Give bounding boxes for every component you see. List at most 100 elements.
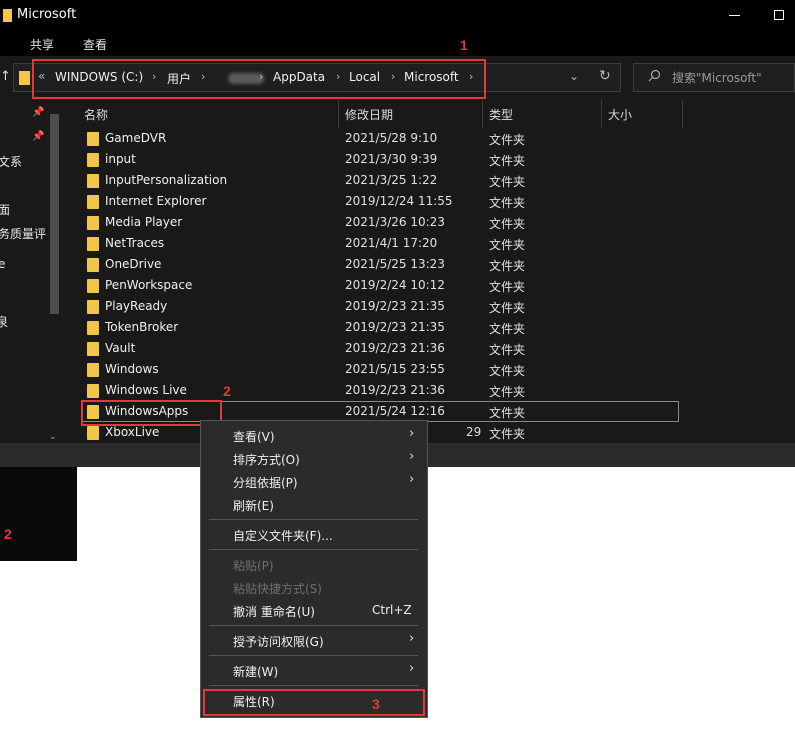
pin-icon[interactable]: 📌 bbox=[32, 107, 44, 118]
file-name: PenWorkspace bbox=[105, 278, 193, 292]
table-row[interactable]: GameDVR 2021/5/28 9:10 文件夹 bbox=[62, 128, 795, 149]
file-type: 文件夹 bbox=[489, 175, 526, 189]
file-name: XboxLive bbox=[105, 425, 160, 439]
column-header-name[interactable]: ^ 名称 bbox=[62, 100, 339, 128]
nav-item[interactable]: 文系 bbox=[0, 153, 22, 170]
tab-view[interactable]: 查看 bbox=[83, 36, 107, 53]
file-type: 文件夹 bbox=[489, 301, 526, 315]
menu-item-view[interactable]: 查看(V) › bbox=[201, 424, 427, 447]
table-row[interactable]: PenWorkspace 2019/2/24 10:12 文件夹 bbox=[62, 275, 795, 296]
tab-share[interactable]: 共享 bbox=[30, 36, 54, 53]
file-date: 2019/2/24 10:12 bbox=[345, 278, 445, 292]
file-type: 文件夹 bbox=[489, 196, 526, 210]
folder-icon bbox=[87, 321, 99, 335]
table-row[interactable]: input 2021/3/30 9:39 文件夹 bbox=[62, 149, 795, 170]
column-label: 类型 bbox=[489, 108, 514, 122]
file-type: 文件夹 bbox=[489, 217, 526, 231]
menu-item-sort[interactable]: 排序方式(O) › bbox=[201, 447, 427, 470]
menu-item-label: 查看(V) bbox=[233, 430, 275, 444]
annotation-number: 2 bbox=[4, 526, 12, 542]
folder-icon bbox=[87, 384, 99, 398]
file-name: GameDVR bbox=[105, 131, 167, 145]
folder-icon bbox=[87, 216, 99, 230]
menu-item-give-access[interactable]: 授予访问权限(G) › bbox=[201, 629, 427, 652]
chevron-down-icon[interactable]: ⌄ bbox=[49, 432, 57, 442]
folder-icon bbox=[19, 71, 30, 85]
table-row[interactable]: InputPersonalization 2021/3/25 1:22 文件夹 bbox=[62, 170, 795, 191]
menu-item-new[interactable]: 新建(W) › bbox=[201, 659, 427, 682]
file-date: 2021/5/28 9:10 bbox=[345, 131, 438, 145]
refresh-icon[interactable]: ↻ bbox=[599, 68, 611, 84]
table-row[interactable]: PlayReady 2019/2/23 21:35 文件夹 bbox=[62, 296, 795, 317]
folder-icon bbox=[87, 153, 99, 167]
file-name: Windows bbox=[105, 362, 159, 376]
menu-separator bbox=[209, 549, 418, 550]
pin-icon[interactable]: 📌 bbox=[32, 131, 44, 142]
file-type: 文件夹 bbox=[489, 364, 526, 378]
annotation-number: 3 bbox=[372, 696, 380, 712]
ribbon-tabs: 共享 查看 bbox=[0, 32, 795, 56]
search-icon bbox=[648, 69, 661, 82]
search-input[interactable] bbox=[672, 68, 792, 87]
file-name: Internet Explorer bbox=[105, 194, 207, 208]
file-type: 文件夹 bbox=[489, 133, 526, 147]
file-name: TokenBroker bbox=[105, 320, 179, 334]
context-menu: 查看(V) › 排序方式(O) › 分组依据(P) › 刷新(E) 自定义文件夹(F)… bbox=[200, 420, 428, 718]
menu-item-customize-folder[interactable]: 自定义文件夹(F)... bbox=[201, 523, 427, 546]
chevron-down-icon[interactable]: ⌄ bbox=[569, 69, 579, 83]
folder-icon bbox=[87, 195, 99, 209]
file-type: 文件夹 bbox=[489, 280, 526, 294]
table-row[interactable]: NetTraces 2021/4/1 17:20 文件夹 bbox=[62, 233, 795, 254]
table-row[interactable]: OneDrive 2021/5/25 13:23 文件夹 bbox=[62, 254, 795, 275]
window-title: Microsoft bbox=[17, 7, 77, 22]
folder-icon bbox=[87, 363, 99, 377]
table-row[interactable]: Internet Explorer 2019/12/24 11:55 文件夹 bbox=[62, 191, 795, 212]
folder-icon bbox=[87, 300, 99, 314]
file-type: 文件夹 bbox=[489, 385, 526, 399]
table-row[interactable]: Media Player 2021/3/26 10:23 文件夹 bbox=[62, 212, 795, 233]
folder-icon bbox=[87, 174, 99, 188]
nav-item[interactable]: 务质量评 bbox=[0, 225, 46, 242]
navigation-pane: 📌 📌 文系 面 务质量评 e 泉 ⌄ bbox=[0, 100, 62, 443]
menu-separator bbox=[209, 625, 418, 626]
file-name: PlayReady bbox=[105, 299, 168, 313]
menu-item-refresh[interactable]: 刷新(E) bbox=[201, 493, 427, 516]
menu-item-label: 新建(W) bbox=[233, 665, 279, 679]
menu-item-group[interactable]: 分组依据(P) › bbox=[201, 470, 427, 493]
menu-item-label: 撤消 重命名(U) bbox=[233, 605, 315, 619]
table-row[interactable]: Windows 2021/5/15 23:55 文件夹 bbox=[62, 359, 795, 380]
menu-item-undo-rename[interactable]: 撤消 重命名(U) Ctrl+Z bbox=[201, 599, 427, 622]
nav-scrollbar[interactable]: ⌄ bbox=[47, 114, 61, 444]
up-arrow-icon[interactable]: ↑ bbox=[0, 69, 11, 84]
column-label: 名称 bbox=[84, 108, 109, 122]
menu-item-label: 刷新(E) bbox=[233, 499, 274, 513]
chevron-right-icon: › bbox=[409, 426, 415, 441]
title-bar: Microsoft bbox=[0, 0, 795, 32]
nav-item[interactable]: 面 bbox=[0, 201, 10, 218]
column-header-date[interactable]: 修改日期 bbox=[339, 100, 483, 128]
menu-item-label: 自定义文件夹(F)... bbox=[233, 529, 333, 543]
file-date: 2021/3/30 9:39 bbox=[345, 152, 438, 166]
maximize-icon[interactable] bbox=[774, 10, 784, 20]
column-header-type[interactable]: 类型 bbox=[483, 100, 602, 128]
menu-separator bbox=[209, 655, 418, 656]
nav-item[interactable]: 泉 bbox=[0, 313, 8, 330]
file-name: Vault bbox=[105, 341, 136, 355]
minimize-icon[interactable] bbox=[729, 15, 740, 16]
search-box[interactable] bbox=[633, 63, 795, 92]
scrollbar-thumb[interactable] bbox=[50, 114, 59, 314]
file-date: 2019/2/23 21:35 bbox=[345, 299, 445, 313]
file-name: OneDrive bbox=[105, 257, 162, 271]
file-type: 文件夹 bbox=[489, 259, 526, 273]
folder-icon bbox=[87, 237, 99, 251]
table-row[interactable]: Windows Live 2019/2/23 21:36 文件夹 bbox=[62, 380, 795, 401]
folder-icon bbox=[87, 342, 99, 356]
column-header-size[interactable]: 大小 bbox=[602, 100, 683, 128]
table-row[interactable]: Vault 2019/2/23 21:36 文件夹 bbox=[62, 338, 795, 359]
nav-item[interactable]: e bbox=[0, 257, 5, 271]
file-type: 文件夹 bbox=[489, 322, 526, 336]
annotation-box-address bbox=[32, 59, 486, 99]
table-row[interactable]: TokenBroker 2019/2/23 21:35 文件夹 bbox=[62, 317, 795, 338]
folder-icon bbox=[87, 279, 99, 293]
menu-item-paste-shortcut: 粘贴快捷方式(S) bbox=[201, 576, 427, 599]
